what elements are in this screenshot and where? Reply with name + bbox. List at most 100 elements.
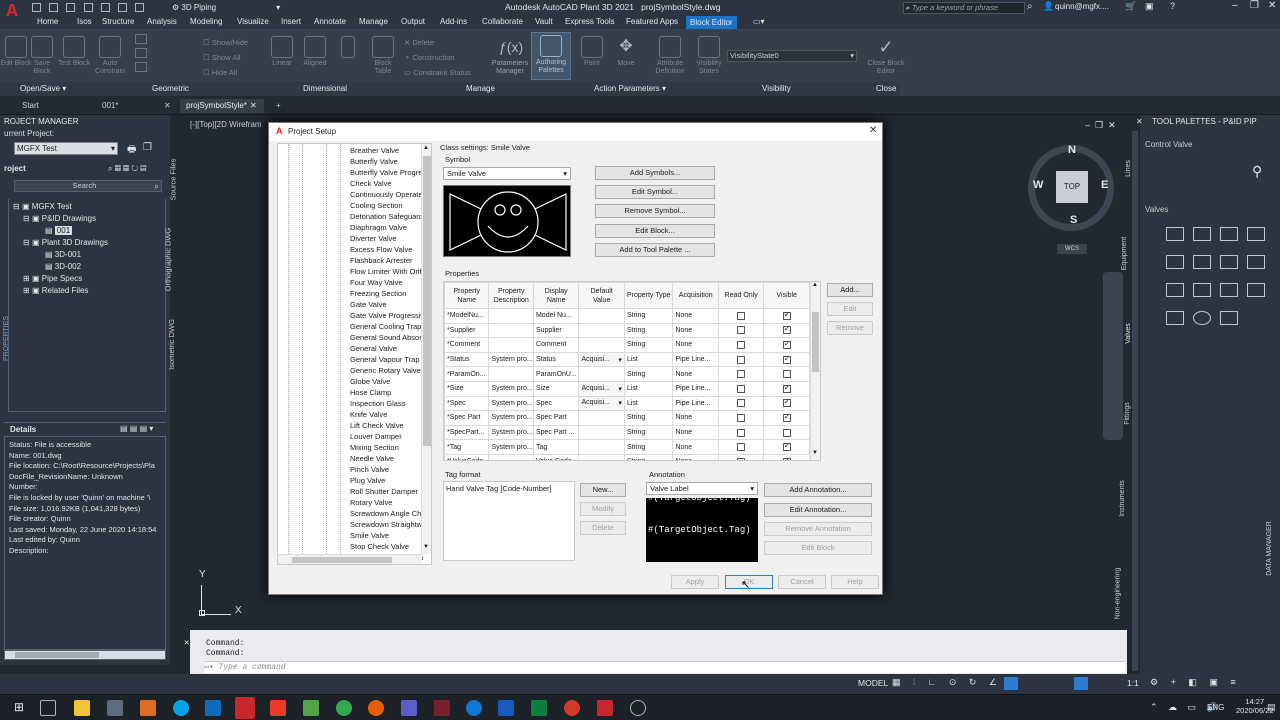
column-header[interactable]: Property Description [488,282,534,309]
edit-block-dialog-button[interactable]: Edit Block... [595,224,715,238]
tab-isometric-dwg[interactable]: Isometric DWG [167,319,176,370]
table-row[interactable]: *Comment Comment String None [444,337,810,353]
class-tree-item[interactable]: Detonation Safeguard [348,211,428,222]
three-way-valve-icon[interactable] [1220,283,1238,297]
cell-name[interactable]: *SpecPart... [444,424,490,441]
test-block-button[interactable]: Test Block [58,34,90,80]
tab-manage[interactable]: Manage [359,17,388,26]
cell-acq[interactable]: None [672,410,719,426]
visible-checkbox[interactable] [782,324,791,335]
command-input[interactable]: ▭▾ Type a command [204,661,1125,673]
table-row[interactable]: *Tag System pro... Tag String None [444,439,810,455]
cell-name[interactable]: *Tag [444,439,490,455]
tree-scrollbar[interactable]: ▲ ▼ [421,144,431,554]
expand-icon[interactable]: ⊟ [13,202,20,211]
delete-button[interactable]: ✕ Delete [404,35,471,50]
cell-acq[interactable]: None [672,439,719,455]
tab-source-files[interactable]: Source Files [168,159,177,201]
cell-display[interactable]: ParamOnU... [532,366,580,382]
block-table-button[interactable]: Block Table [367,34,399,80]
authoring-palettes-button[interactable]: Authoring Palettes [531,32,571,80]
copy-icon[interactable]: ❐ [143,142,152,153]
panel-dimensional[interactable]: Dimensional [303,84,347,93]
panel-visibility[interactable]: Visibility [762,84,791,93]
cell-desc[interactable] [488,308,534,324]
expand-icon[interactable]: ⊞ [23,286,30,295]
new-tag-format-button[interactable]: New... [580,483,626,497]
cell-name[interactable]: *ParamOn... [444,366,490,382]
skype-icon[interactable] [173,700,189,716]
excel-icon[interactable] [531,700,547,716]
class-tree-item[interactable]: Four Way Valve [348,277,428,288]
tab-start[interactable]: Start 001* ✕ [16,99,172,113]
class-tree-item[interactable]: Diverter Valve [348,233,428,244]
details-scrollbar[interactable] [4,650,166,660]
cell-type[interactable]: String [623,366,674,382]
table-row[interactable]: *Spec Part System pro... Spec Part String No… [444,410,810,426]
tab-non-engineering[interactable]: Non-engineering [1114,568,1121,620]
class-tree-item[interactable]: Lift Check Valve [348,420,428,431]
workspace-selector[interactable]: ⚙ 3D Piping ▾ [172,2,320,14]
class-tree-item[interactable]: Louver Damper [348,431,428,442]
symbol-dropdown[interactable]: Smile Valve ▾ [443,167,571,180]
cell-name[interactable]: *Spec Part [444,410,490,426]
visible-checkbox[interactable] [782,397,791,408]
read-only-checkbox[interactable] [737,340,746,349]
expand-icon[interactable]: ⊟ [23,238,30,247]
notifications-icon[interactable]: ▤ [1267,702,1276,713]
read-only-checkbox[interactable] [737,413,746,422]
language-indicator[interactable]: ENG [1207,703,1224,712]
cell-type[interactable]: List [623,380,674,397]
delete-tag-format-button[interactable]: Delete [580,521,626,535]
edit-annotation-button[interactable]: Edit Annotation... [764,503,872,517]
needle-valve-icon[interactable] [1247,255,1265,269]
table-row[interactable]: *Supplier Supplier String None [444,322,810,339]
close-icon[interactable]: ✕ [164,99,171,113]
class-tree-item[interactable]: Diaphragm Valve [348,222,428,233]
cell-type[interactable]: String [623,308,674,324]
teams-icon[interactable] [401,700,417,716]
wcs-button[interactable]: WCS [1057,244,1087,254]
tab-orthographic-dwg[interactable]: Orthographic DWG [163,228,172,292]
tab-add-ins[interactable]: Add-ins [440,17,467,26]
pinch-valve-icon[interactable] [1193,283,1211,297]
cell-default[interactable] [578,424,625,441]
cell-type[interactable]: String [623,410,674,426]
visibility-state-dropdown[interactable]: VisibilityState0 ▾ [727,50,857,62]
butterfly-valve-icon[interactable] [1166,255,1184,269]
cell-default[interactable] [578,322,625,339]
cell-type[interactable]: List [623,395,674,412]
add-property-button[interactable]: Add... [827,283,873,297]
class-tree-item[interactable]: Screwdown Straightw [348,519,428,530]
class-tree-item[interactable]: Generic Rotary Valve [348,365,428,376]
remove-property-button[interactable]: Remove [827,321,873,335]
annotation-scale[interactable]: 1:1 [1127,678,1139,688]
compass-north[interactable]: N [1068,144,1076,156]
status-right-icons[interactable]: ⚙ + ◧ ▣ ≡ [1150,677,1241,688]
cell-default[interactable] [578,308,625,324]
class-tree-item[interactable]: Pinch Valve [348,464,428,475]
tree-item-related-files[interactable]: ⊞ ▣ Related Files [23,285,88,297]
cell-display[interactable]: Spec Part ... [532,424,580,441]
class-tree-item[interactable]: General Vapour Trap [348,354,428,365]
plug-valve-icon[interactable] [1220,255,1238,269]
column-header[interactable]: Read Only [717,282,765,309]
viewport-label[interactable]: [-][Top][2D Wirefram [190,120,262,129]
class-tree-item[interactable]: Mixing Section [348,442,428,453]
panel-action-parameters[interactable]: Action Parameters ▾ [594,84,666,93]
tab-instruments[interactable]: Instruments [1119,480,1126,517]
class-tree-item[interactable]: Roll Shutter Damper [348,486,428,497]
class-tree-item[interactable]: Screwdown Angle Chi [348,508,428,519]
project-search-input[interactable]: Search ⌕ [14,180,162,192]
cell-type[interactable]: String [623,439,674,455]
tab-fittings[interactable]: Fittings [1124,402,1131,425]
cell-type[interactable]: String [623,337,674,353]
annotation-monitor-toggle[interactable] [1074,677,1088,690]
search-icon[interactable]: ⌕ [154,181,159,191]
viewcube[interactable]: N S E W TOP [1028,144,1114,231]
attribute-definition-button[interactable]: Attribute Definition [650,34,690,80]
cell-name[interactable]: *ModelNu... [444,308,490,324]
tab-vault[interactable]: Vault [535,17,553,26]
cell-name[interactable]: *Size [444,380,490,397]
tab-collaborate[interactable]: Collaborate [482,17,523,26]
